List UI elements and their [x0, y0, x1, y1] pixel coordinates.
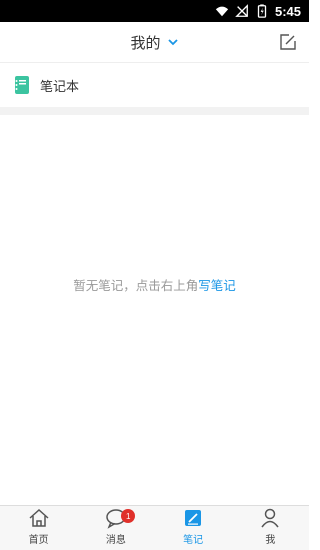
- tab-messages[interactable]: 1 消息: [77, 506, 154, 550]
- page-title: 我的: [130, 33, 161, 52]
- compose-icon[interactable]: [279, 33, 297, 51]
- tab-notes-label: 笔记: [183, 535, 204, 546]
- notebook-switcher[interactable]: 我的: [130, 32, 178, 53]
- chevron-down-icon: [167, 39, 178, 46]
- tab-me[interactable]: 我: [232, 506, 309, 550]
- empty-state-message: 暂无笔记，点击右上角写笔记: [0, 275, 309, 294]
- section-divider: [0, 107, 309, 115]
- message-count-badge: 1: [121, 509, 136, 523]
- status-bar: 5:45: [0, 0, 309, 22]
- empty-state-text: 暂无笔记，点击右上角: [73, 278, 199, 293]
- app-header: 我的: [0, 22, 309, 63]
- tab-home-label: 首页: [28, 535, 49, 546]
- person-icon: [261, 508, 279, 528]
- tab-me-label: 我: [265, 535, 276, 546]
- notebook-row[interactable]: 笔记本: [0, 63, 309, 107]
- tab-notes[interactable]: 笔记: [155, 506, 232, 550]
- battery-icon: [257, 4, 267, 18]
- notebook-icon: [15, 76, 29, 94]
- home-icon: [29, 508, 49, 527]
- notebook-label: 笔记本: [40, 79, 80, 95]
- tab-bar: 首页 1 消息 笔记 我: [0, 505, 309, 550]
- tab-home[interactable]: 首页: [0, 506, 77, 550]
- notes-icon: [185, 510, 202, 526]
- signal-off-icon: [235, 4, 248, 17]
- wifi-icon: [215, 6, 229, 17]
- write-note-link[interactable]: 写笔记: [198, 278, 236, 293]
- tab-messages-label: 消息: [105, 535, 126, 546]
- status-time: 5:45: [274, 3, 301, 19]
